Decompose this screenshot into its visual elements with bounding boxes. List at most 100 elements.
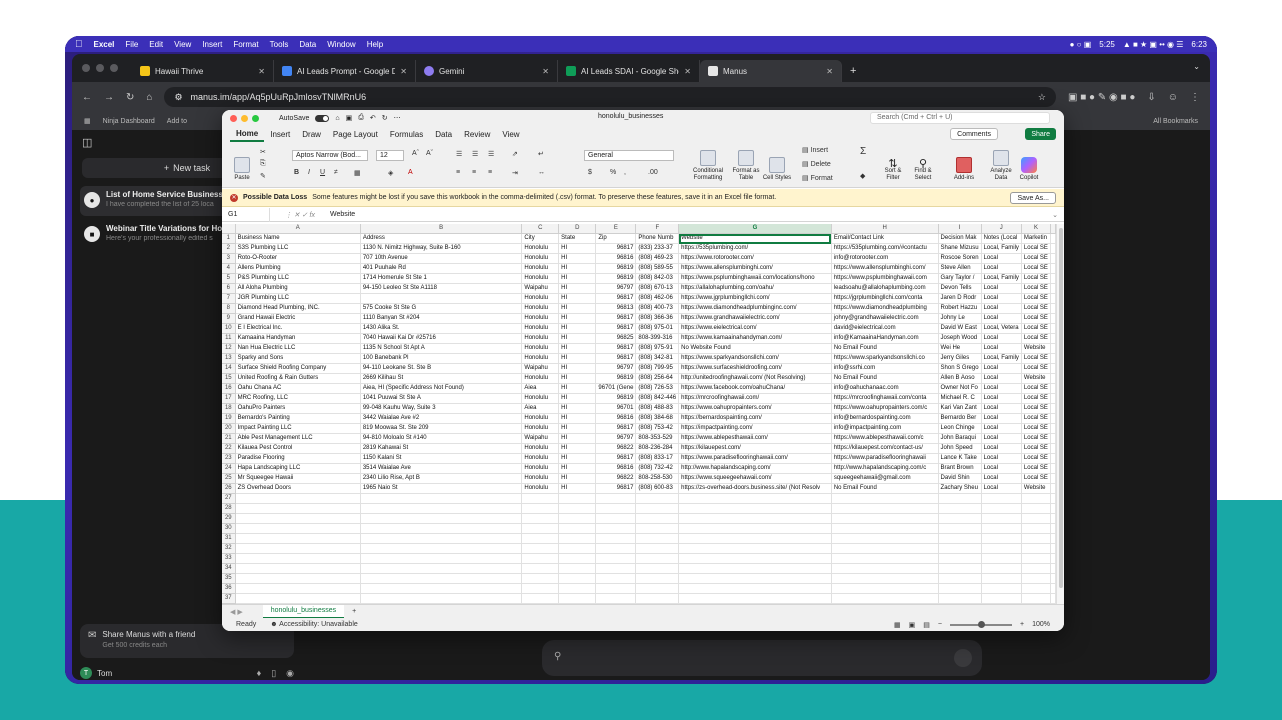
cell[interactable] xyxy=(635,593,680,604)
cell[interactable]: 808-399-316 xyxy=(635,333,680,345)
cell[interactable]: 100 Banebank Pl xyxy=(360,353,523,365)
cell[interactable] xyxy=(360,573,523,585)
chat-input-box[interactable]: ⚲ xyxy=(542,640,982,676)
cell[interactable]: Local xyxy=(981,483,1022,495)
more-icon[interactable]: ⋯ xyxy=(394,114,401,122)
row-header[interactable]: 27 xyxy=(222,493,236,505)
align-middle-icon[interactable]: ☰ xyxy=(472,150,478,158)
vertical-scrollbar[interactable] xyxy=(1056,224,1064,604)
row-header[interactable]: 16 xyxy=(222,383,236,395)
cell[interactable]: https://kilauepest.com/contact-us/ xyxy=(831,443,939,455)
cell[interactable] xyxy=(981,533,1022,545)
cell[interactable]: leadsoahu@allalohaplumbing.com xyxy=(831,283,939,295)
cell[interactable]: https://www.squeegeehawaii.com/ xyxy=(678,473,832,485)
cell[interactable]: 575 Cooke St Ste G xyxy=(360,303,523,315)
row-header[interactable]: 28 xyxy=(222,503,236,515)
cell[interactable]: OahuPro Painters xyxy=(235,403,361,415)
cell[interactable] xyxy=(938,553,982,565)
cell[interactable]: 96817 xyxy=(595,313,637,325)
tab-home[interactable]: Home xyxy=(230,126,265,142)
cell[interactable]: Allen B Aoso xyxy=(938,373,982,385)
bold-icon[interactable]: B xyxy=(294,169,299,176)
cell[interactable]: Grand Hawaii Electric xyxy=(235,313,361,325)
cell[interactable] xyxy=(558,563,597,575)
row-header[interactable]: 18 xyxy=(222,403,236,415)
row-header[interactable]: 31 xyxy=(222,533,236,545)
cell[interactable]: 1130 N. Nimitz Highway, Suite B-160 xyxy=(360,243,523,255)
cell[interactable] xyxy=(1050,373,1056,385)
row-header[interactable]: 1 xyxy=(222,233,236,245)
cell[interactable] xyxy=(1050,463,1056,475)
cell[interactable]: 96822 xyxy=(595,443,637,455)
cell[interactable]: Local SE xyxy=(1021,263,1052,275)
cell[interactable]: info@rotorooter.com xyxy=(831,253,939,265)
cell[interactable]: HI xyxy=(558,313,597,325)
home-icon[interactable]: ⌂ xyxy=(335,115,339,122)
row-header[interactable]: 10 xyxy=(222,323,236,335)
bookmark-add-to[interactable]: Add to xyxy=(167,118,187,125)
cell[interactable]: Local xyxy=(981,453,1022,465)
cell[interactable] xyxy=(831,503,939,515)
cell[interactable] xyxy=(1050,583,1056,595)
cell[interactable]: Kamaaina Handyman xyxy=(235,333,361,345)
save-as-button[interactable]: Save As... xyxy=(1010,192,1056,204)
cell[interactable]: Local xyxy=(981,313,1022,325)
clear-icon[interactable]: ◆ xyxy=(860,172,865,180)
cell-styles-button[interactable]: Cell Styles xyxy=(762,146,792,182)
cell[interactable]: Aiea, HI (Specific Address Not Found) xyxy=(360,383,523,395)
cell[interactable] xyxy=(1050,403,1056,415)
cell[interactable] xyxy=(360,533,523,545)
cell[interactable]: Johny Le xyxy=(938,313,982,325)
cell[interactable] xyxy=(1050,353,1056,365)
comma-icon[interactable]: , xyxy=(624,169,626,176)
italic-icon[interactable]: I xyxy=(308,169,310,176)
borders-icon[interactable]: ▦ xyxy=(354,169,361,177)
cell[interactable]: Honolulu xyxy=(521,353,560,365)
cell[interactable]: Local xyxy=(981,343,1022,355)
cell[interactable]: 1714 Homerule St Ste 1 xyxy=(360,273,523,285)
underline-icon[interactable]: U xyxy=(320,169,325,176)
accessibility-status[interactable]: ☻ Accessibility: Unavailable xyxy=(270,621,358,628)
cell[interactable]: Local xyxy=(981,403,1022,415)
column-header[interactable]: B xyxy=(360,224,523,235)
cell[interactable]: Local SE xyxy=(1021,393,1052,405)
cell[interactable]: https://535plumbing.com/ xyxy=(678,243,832,255)
cell[interactable]: Local SE xyxy=(1021,333,1052,345)
sort-filter-button[interactable]: ⇅ Sort & Filter xyxy=(878,146,908,182)
cell[interactable] xyxy=(1050,523,1056,535)
cell[interactable] xyxy=(1021,493,1052,505)
cell[interactable] xyxy=(235,533,361,545)
cell[interactable]: 96817 xyxy=(595,423,637,435)
cell[interactable]: Able Pest Management LLC xyxy=(235,433,361,445)
cell[interactable]: HI xyxy=(558,413,597,425)
formula-input[interactable]: Website xyxy=(330,211,355,218)
cell[interactable]: Address xyxy=(360,233,523,245)
cell[interactable]: (808) 488-83 xyxy=(635,403,680,415)
cell[interactable]: Local xyxy=(981,423,1022,435)
cell[interactable] xyxy=(1050,433,1056,445)
cell[interactable]: Honolulu xyxy=(521,463,560,475)
row-header[interactable]: 25 xyxy=(222,473,236,485)
cell[interactable]: Honolulu xyxy=(521,333,560,345)
cell[interactable]: https://impactpainting.com/ xyxy=(678,423,832,435)
cell[interactable]: 96825 xyxy=(595,333,637,345)
cell[interactable]: Local SE xyxy=(1021,363,1052,375)
cell[interactable]: Honolulu xyxy=(521,453,560,465)
cell[interactable]: (808) 400-73 xyxy=(635,303,680,315)
cell[interactable]: 96819 xyxy=(595,263,637,275)
cell[interactable]: Aiea xyxy=(521,383,560,395)
cell[interactable] xyxy=(521,583,560,595)
cell[interactable]: 96813 xyxy=(595,303,637,315)
row-header[interactable]: 33 xyxy=(222,553,236,565)
cell[interactable]: (808) 833-17 xyxy=(635,453,680,465)
cell[interactable] xyxy=(1050,283,1056,295)
cell[interactable] xyxy=(981,593,1022,604)
cell[interactable] xyxy=(521,573,560,585)
cell[interactable]: Local xyxy=(981,293,1022,305)
send-button[interactable] xyxy=(954,649,972,667)
cell[interactable]: Nan Hua Electric LLC xyxy=(235,343,361,355)
column-header[interactable]: C xyxy=(521,224,560,235)
cell[interactable]: Local xyxy=(981,393,1022,405)
cell[interactable] xyxy=(678,493,832,505)
cell[interactable]: Honolulu xyxy=(521,273,560,285)
